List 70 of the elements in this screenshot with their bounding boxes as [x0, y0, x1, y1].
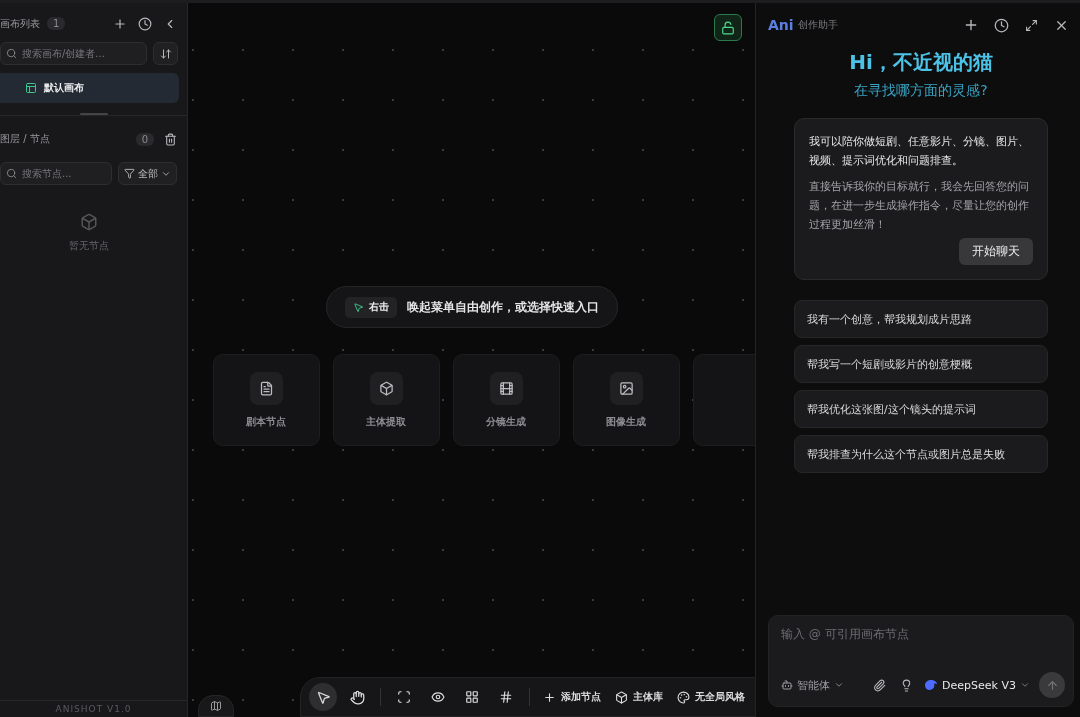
eye-icon: [431, 690, 445, 704]
hint-text: 唤起菜单自由创作，或选择快速入口: [406, 299, 599, 315]
toolbar-action-button[interactable]: 主体库: [611, 690, 667, 704]
panel-title: 创作助手: [797, 18, 839, 32]
quick-node-card[interactable]: 图像生成: [572, 354, 680, 446]
clock-icon: [993, 17, 1009, 33]
cube-icon: [378, 380, 394, 396]
plus-icon: [963, 17, 979, 33]
suggestion-button[interactable]: 我有一个创意，帮我规划成片思路: [794, 300, 1048, 339]
robot-icon: [781, 679, 793, 691]
cube-icon: [615, 690, 628, 704]
arrow-up-icon: [1045, 678, 1059, 692]
trash-icon: [163, 132, 177, 146]
version-label: ANISHOT V1.0: [55, 704, 132, 714]
filter-icon: [124, 168, 135, 179]
quick-node-card[interactable]: 主体提取: [332, 354, 440, 446]
chat-input-panel[interactable]: 输入 @ 可引用画布节点 智能体 DeepSeek V3: [768, 615, 1074, 707]
suggestion-button[interactable]: 帮我写一个短剧或影片的创意梗概: [794, 345, 1048, 384]
suggestion-button[interactable]: 帮我优化这张图/这个镜头的提示词: [794, 390, 1048, 429]
brand-logo: Ani: [768, 17, 794, 33]
cursor-icon: [352, 301, 364, 313]
suggestion-button[interactable]: 帮我排查为什么这个节点或图片总是失败: [794, 435, 1048, 474]
plus-icon: [113, 16, 127, 31]
right-click-key: 右击: [344, 296, 397, 318]
expand-icon: [1024, 18, 1038, 32]
map-icon: [210, 700, 222, 712]
layout-icon: [25, 82, 37, 94]
chevron-down-icon: [1020, 680, 1030, 690]
greeting-title: Hi，不近视的猫: [849, 49, 993, 76]
hand-icon: [349, 689, 365, 705]
plus-icon: [543, 690, 556, 704]
quick-node-card[interactable]: 分镜生成: [452, 354, 560, 446]
minimap-button[interactable]: [198, 695, 234, 717]
search-field[interactable]: 搜索画布/创建者...: [0, 42, 147, 65]
lock-button[interactable]: [714, 14, 742, 41]
chevron-down-icon: [834, 680, 844, 690]
film-icon: [498, 380, 514, 396]
canvas-list-item[interactable]: 默认画布: [0, 73, 179, 103]
document-icon: [258, 380, 274, 396]
empty-state-text: 暂无节点: [68, 239, 109, 253]
select-tool-button[interactable]: [309, 683, 337, 711]
fit-view-icon: [397, 690, 411, 704]
hash-icon: [499, 690, 513, 704]
panel-title: 图层 / 节点: [0, 132, 51, 146]
greeting-subtitle: 在寻找哪方面的灵感?: [854, 82, 988, 100]
sort-icon: [159, 47, 172, 60]
cursor-icon: [315, 689, 331, 705]
unlocked-lock-icon: [721, 20, 735, 35]
agent-dropdown[interactable]: 智能体: [781, 677, 844, 693]
search-field[interactable]: 搜索节点...: [0, 162, 112, 185]
model-dropdown[interactable]: DeepSeek V3: [924, 678, 1030, 692]
cube-icon: [79, 213, 98, 231]
intro-lead-text: 我可以陪你做短剧、任意影片、分镜、图片、视频、提示词优化和问题排查。: [809, 134, 1030, 169]
count-badge: 1: [47, 17, 66, 30]
chat-input-field[interactable]: 输入 @ 可引用画布节点: [781, 626, 1065, 672]
paperclip-icon: [872, 678, 886, 692]
quick-node-card[interactable]: 剧本节点: [212, 354, 320, 446]
send-button[interactable]: [1039, 672, 1065, 698]
palette-icon: [677, 690, 690, 704]
clock-icon: [138, 16, 152, 31]
start-chat-button[interactable]: 开始聊天: [959, 238, 1033, 266]
intro-body-text: 直接告诉我你的目标就行，我会先回答您的问题，在进一步生成操作指令，尽量让您的创作过程更加丝滑！: [809, 179, 1030, 233]
toolbar-action-button[interactable]: 无全局风格: [673, 690, 749, 704]
grid-icon: [465, 690, 479, 704]
sort-button[interactable]: [153, 42, 178, 65]
count-badge: 0: [135, 132, 154, 146]
panel-title: 画布列表: [0, 16, 40, 31]
filter-dropdown[interactable]: 全部: [118, 162, 177, 185]
toolbar-action-button[interactable]: 添加节点: [539, 690, 605, 704]
image-icon: [618, 380, 634, 396]
